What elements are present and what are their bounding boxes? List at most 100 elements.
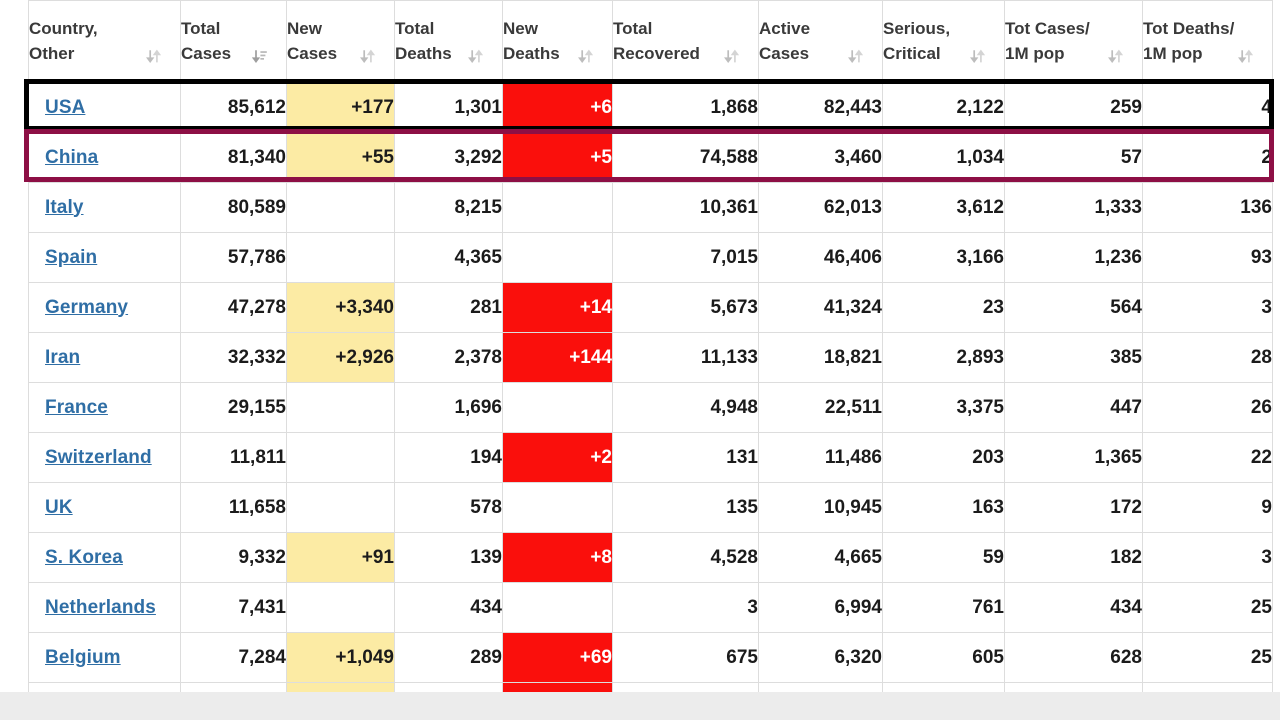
column-header-total-cases[interactable]: Total Cases	[180, 0, 287, 83]
sort-neutral-icon[interactable]	[848, 48, 864, 65]
cell-active-cases: 46,406	[758, 232, 883, 283]
cell-active-cases: 18,821	[758, 332, 883, 383]
table-row[interactable]: USA 85,612 +177 1,301 +6 1,868 82,443 2,122 259 4	[28, 82, 1273, 133]
cell-serious-critical: 3,375	[882, 382, 1005, 433]
cell-total-recovered: 7,015	[612, 232, 759, 283]
cell-total-deaths: 434	[394, 582, 503, 633]
cell-serious-critical: 3,166	[882, 232, 1005, 283]
cell-new-deaths: +14	[502, 282, 613, 333]
column-header-new-deaths-label2: Deaths	[503, 43, 560, 63]
table-row[interactable]: France 29,155 1,696 4,948 22,511 3,375 447 26	[28, 382, 1273, 433]
table-row[interactable]: Iran 32,332 +2,926 2,378 +144 11,133 18,821 2,8…	[28, 332, 1273, 383]
column-header-tot-cases-per-1m[interactable]: Tot Cases/ 1M pop	[1004, 0, 1143, 83]
column-header-new-cases[interactable]: New Cases	[286, 0, 395, 83]
cell-total-recovered: 4,948	[612, 382, 759, 433]
column-header-country[interactable]: Country, Other	[28, 0, 181, 83]
sort-neutral-icon[interactable]	[970, 48, 986, 65]
cell-new-deaths: +2	[502, 432, 613, 483]
cell-active-cases: 10,945	[758, 482, 883, 533]
cell-new-deaths	[502, 182, 613, 233]
sort-descending-icon[interactable]	[252, 48, 268, 65]
cell-total-recovered: 1,868	[612, 82, 759, 133]
sort-neutral-icon[interactable]	[468, 48, 484, 65]
column-header-country-line1: Country,	[29, 18, 98, 38]
sort-neutral-icon[interactable]	[146, 48, 162, 65]
column-header-serious-critical[interactable]: Serious, Critical	[882, 0, 1005, 83]
cell-total-cases: 29,155	[180, 382, 287, 433]
table-row[interactable]: S. Korea 9,332 +91 139 +8 4,528 4,665 59 182 3	[28, 532, 1273, 583]
country-link[interactable]: Italy	[45, 197, 84, 218]
column-header-new-deaths-inner: New Deaths	[503, 17, 612, 66]
country-link[interactable]: Switzerland	[45, 447, 152, 468]
cell-tot-deaths-per-1m: 136	[1142, 182, 1273, 233]
sort-neutral-icon[interactable]	[360, 48, 376, 65]
country-link[interactable]: Netherlands	[45, 597, 156, 618]
country-link[interactable]: Germany	[45, 297, 128, 318]
column-header-new-deaths[interactable]: New Deaths	[502, 0, 613, 83]
table-row[interactable]: Germany 47,278 +3,340 281 +14 5,673 41,324 23 56…	[28, 282, 1273, 333]
table-row[interactable]: UK 11,658 578 135 10,945 163 172 9	[28, 482, 1273, 533]
cell-serious-critical: 1,034	[882, 132, 1005, 183]
cell-tot-cases-per-1m: 57	[1004, 132, 1143, 183]
table-row[interactable]: Belgium 7,284 +1,049 289 +69 675 6,320 605 628 25	[28, 632, 1273, 683]
table-row[interactable]: Spain 57,786 4,365 7,015 46,406 3,166 1,236 93	[28, 232, 1273, 283]
table-row[interactable]: Italy 80,589 8,215 10,361 62,013 3,612 1,333 13…	[28, 182, 1273, 233]
column-header-total-recovered-line1: Total	[613, 18, 653, 38]
cell-tot-cases-per-1m: 385	[1004, 332, 1143, 383]
cell-country: Germany	[28, 282, 181, 333]
cell-tot-deaths-per-1m: 28	[1142, 332, 1273, 383]
cell-total-cases: 7,431	[180, 582, 287, 633]
cell-total-cases: 11,811	[180, 432, 287, 483]
table-row[interactable]: China 81,340 +55 3,292 +5 74,588 3,460 1,034 57 2	[28, 132, 1273, 183]
cell-serious-critical: 2,122	[882, 82, 1005, 133]
cell-serious-critical: 203	[882, 432, 1005, 483]
country-link[interactable]: China	[45, 147, 98, 168]
column-header-tot-deaths-per-1m[interactable]: Tot Deaths/ 1M pop	[1142, 0, 1273, 83]
cell-total-cases: 81,340	[180, 132, 287, 183]
country-link[interactable]: Belgium	[45, 647, 121, 668]
table-body: USA 85,612 +177 1,301 +6 1,868 82,443 2,122 259 4…	[28, 82, 1273, 699]
column-header-serious-critical-label2: Critical	[883, 43, 941, 63]
table-row[interactable]: Switzerland 11,811 194 +2 131 11,486 203 1,365 2…	[28, 432, 1273, 483]
cell-total-deaths: 2,378	[394, 332, 503, 383]
cell-new-cases: +91	[286, 532, 395, 583]
table-row[interactable]: Netherlands 7,431 434 3 6,994 761 434 25	[28, 582, 1273, 633]
cell-tot-deaths-per-1m: 25	[1142, 582, 1273, 633]
column-header-total-deaths[interactable]: Total Deaths	[394, 0, 503, 83]
cell-country: USA	[28, 82, 181, 133]
cell-active-cases: 62,013	[758, 182, 883, 233]
country-link[interactable]: Iran	[45, 347, 80, 368]
country-link[interactable]: USA	[45, 97, 85, 118]
cell-active-cases: 4,665	[758, 532, 883, 583]
country-link[interactable]: S. Korea	[45, 547, 123, 568]
cell-country: S. Korea	[28, 532, 181, 583]
cell-country: Netherlands	[28, 582, 181, 633]
cell-new-deaths: +6	[502, 82, 613, 133]
cell-new-deaths	[502, 382, 613, 433]
country-link[interactable]: France	[45, 397, 108, 418]
column-header-tot-deaths-per-1m-inner: Tot Deaths/ 1M pop	[1143, 17, 1272, 66]
column-header-total-recovered[interactable]: Total Recovered	[612, 0, 759, 83]
column-header-active-cases-label2: Cases	[759, 43, 810, 63]
table-header: Country, Other Total Cases New Cases Tot…	[28, 0, 1273, 83]
country-link[interactable]: UK	[45, 497, 73, 518]
column-header-tot-deaths-per-1m-label2: 1M pop	[1143, 43, 1203, 63]
covid-table-container: Country, Other Total Cases New Cases Tot…	[28, 0, 1273, 699]
cell-active-cases: 82,443	[758, 82, 883, 133]
cell-tot-deaths-per-1m: 2	[1142, 132, 1273, 183]
column-header-active-cases[interactable]: Active Cases	[758, 0, 883, 83]
country-link[interactable]: Spain	[45, 247, 97, 268]
column-header-total-recovered-inner: Total Recovered	[613, 17, 758, 66]
cell-country: Iran	[28, 332, 181, 383]
cell-tot-cases-per-1m: 1,365	[1004, 432, 1143, 483]
cell-total-cases: 85,612	[180, 82, 287, 133]
sort-neutral-icon[interactable]	[1108, 48, 1124, 65]
column-header-serious-critical-line2: Critical	[883, 42, 986, 67]
cell-total-cases: 11,658	[180, 482, 287, 533]
cell-tot-cases-per-1m: 259	[1004, 82, 1143, 133]
sort-neutral-icon[interactable]	[1238, 48, 1254, 65]
sort-neutral-icon[interactable]	[578, 48, 594, 65]
column-header-total-recovered-label2: Recovered	[613, 43, 700, 63]
cell-new-cases: +2,926	[286, 332, 395, 383]
sort-neutral-icon[interactable]	[724, 48, 740, 65]
